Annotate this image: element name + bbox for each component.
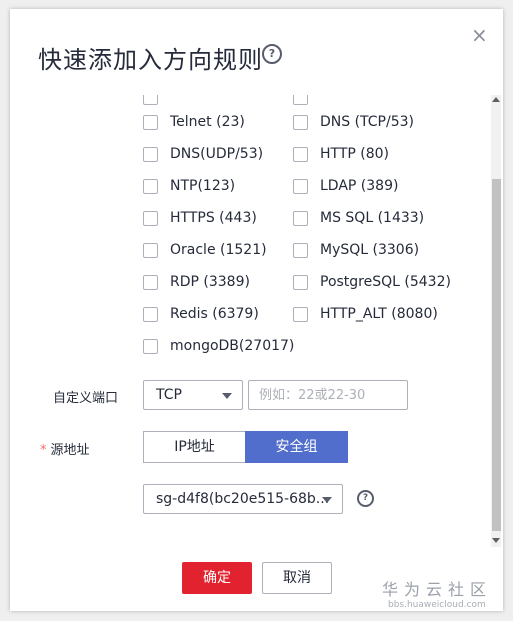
protocol-label: MS SQL (1433): [320, 210, 425, 226]
checkbox-box[interactable]: [293, 178, 308, 194]
protocol-select[interactable]: TCP: [143, 380, 243, 410]
checkbox-box[interactable]: [293, 274, 308, 290]
question-circle-icon[interactable]: ?: [262, 44, 282, 64]
protocol-checkbox-clipped[interactable]: [293, 95, 320, 107]
protocol-checkbox[interactable]: MySQL (3306): [293, 240, 419, 260]
checkbox-box[interactable]: [143, 338, 158, 354]
protocol-checkbox-clipped[interactable]: [143, 95, 170, 107]
tab-security-group[interactable]: 安全组: [245, 431, 348, 463]
protocol-label: Oracle (1521): [170, 242, 267, 258]
protocol-label: HTTP_ALT (8080): [320, 306, 438, 322]
protocol-checkbox[interactable]: DNS(UDP/53): [143, 144, 263, 164]
protocol-label: DNS(UDP/53): [170, 146, 264, 162]
cancel-button[interactable]: 取消: [262, 562, 332, 594]
protocol-checkbox[interactable]: mongoDB(27017): [143, 336, 294, 356]
checkbox-box[interactable]: [293, 306, 308, 322]
protocol-label: DNS (TCP/53): [320, 114, 414, 130]
protocol-checkbox[interactable]: HTTP (80): [293, 144, 389, 164]
confirm-button[interactable]: 确定: [182, 562, 252, 594]
protocol-label: RDP (3389): [170, 274, 250, 290]
chevron-down-icon: [322, 497, 332, 503]
protocol-checkbox[interactable]: HTTP_ALT (8080): [293, 304, 438, 324]
checkbox-box[interactable]: [143, 306, 158, 322]
watermark-url: bbs.huaweicloud.com: [388, 600, 486, 610]
protocol-checkbox[interactable]: Telnet (23): [143, 112, 245, 132]
question-circle-icon[interactable]: ?: [357, 490, 374, 507]
protocol-label: Redis (6379): [170, 306, 259, 322]
protocol-checkbox[interactable]: PostgreSQL (5432): [293, 272, 451, 292]
custom-port-label: 自定义端口: [53, 391, 119, 406]
protocol-label: HTTPS (443): [170, 210, 257, 226]
protocol-checkbox[interactable]: LDAP (389): [293, 176, 398, 196]
checkbox-box[interactable]: [143, 146, 158, 162]
protocol-checkbox[interactable]: MS SQL (1433): [293, 208, 424, 228]
checkbox-box[interactable]: [143, 178, 158, 194]
required-mark: *: [40, 443, 47, 458]
protocol-label: Telnet (23): [170, 114, 245, 130]
checkbox-box[interactable]: [143, 210, 158, 226]
scroll-up-arrow-icon[interactable]: [492, 97, 500, 102]
scrollbar-thumb[interactable]: [492, 179, 501, 531]
source-address-label: * 源地址: [40, 439, 90, 458]
checkbox-box[interactable]: [143, 114, 158, 130]
protocol-checkbox[interactable]: RDP (3389): [143, 272, 250, 292]
checkbox-box[interactable]: [293, 242, 308, 258]
protocol-label: NTP(123): [170, 178, 236, 194]
dialog-title: 快速添加入方向规则: [38, 46, 263, 74]
protocol-label: PostgreSQL (5432): [320, 274, 451, 290]
watermark-text: 华为云社区: [382, 580, 493, 599]
checkbox-box[interactable]: [143, 95, 158, 105]
protocol-label: HTTP (80): [320, 146, 390, 162]
port-input[interactable]: [248, 380, 408, 410]
checkbox-box[interactable]: [293, 95, 308, 105]
dialog-body: Telnet (23) DNS (TCP/53) DNS(UDP/53) HTT…: [10, 95, 503, 547]
source-label-text: 源地址: [50, 443, 90, 458]
checkbox-box[interactable]: [143, 274, 158, 290]
protocol-label: MySQL (3306): [320, 242, 420, 258]
chevron-down-icon: [222, 393, 232, 399]
quick-add-inbound-rule-dialog: 快速添加入方向规则 ? × Telnet (23) DNS (TCP/53) D…: [10, 9, 503, 611]
protocol-checkbox[interactable]: DNS (TCP/53): [293, 112, 414, 132]
protocol-select-value: TCP: [156, 387, 182, 403]
protocol-label: mongoDB(27017): [170, 338, 295, 354]
protocol-checkbox[interactable]: Redis (6379): [143, 304, 259, 324]
checkbox-box[interactable]: [143, 242, 158, 258]
scroll-down-arrow-icon[interactable]: [492, 538, 500, 543]
checkbox-box[interactable]: [293, 210, 308, 226]
protocol-checkbox[interactable]: Oracle (1521): [143, 240, 267, 260]
tab-ip-address[interactable]: IP地址: [143, 431, 245, 463]
checkbox-box[interactable]: [293, 114, 308, 130]
protocol-checkbox[interactable]: HTTPS (443): [143, 208, 257, 228]
close-icon[interactable]: ×: [471, 23, 488, 47]
checkbox-box[interactable]: [293, 146, 308, 162]
security-group-value: sg-d4f8(bc20e515-68b...: [156, 491, 330, 507]
protocol-label: LDAP (389): [320, 178, 399, 194]
security-group-select[interactable]: sg-d4f8(bc20e515-68b...: [143, 484, 343, 514]
protocol-checkbox[interactable]: NTP(123): [143, 176, 235, 196]
